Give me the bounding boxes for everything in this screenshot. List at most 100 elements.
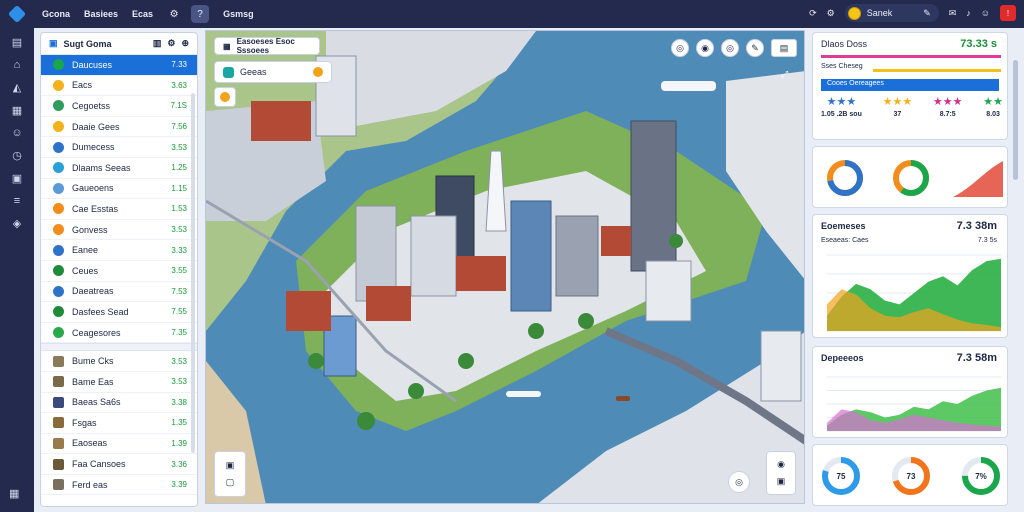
layer-selector[interactable]: Geeas (214, 61, 332, 83)
item-label: Bume Cks (72, 356, 114, 367)
edit-icon: ✎ (923, 7, 931, 18)
alert-button[interactable]: ! (1000, 5, 1016, 21)
list-item[interactable]: Daeatreas 7.53 (41, 282, 197, 303)
layer-label: Geeas (240, 67, 267, 77)
grid-icon[interactable]: ▦ (9, 487, 19, 500)
item-value: 1.53 (171, 204, 187, 214)
list-item[interactable]: Dlaams Seeas 1.25 (41, 158, 197, 179)
small-boat (506, 391, 541, 397)
rating-group: ★★★ 37 (883, 95, 913, 139)
list-item[interactable]: Bame Eas 3.53 (41, 372, 197, 393)
item-value: 1.15 (171, 183, 187, 193)
list-item[interactable]: Ceues 3.55 (41, 261, 197, 282)
map-control-2[interactable]: ◉ (696, 39, 714, 57)
list-item[interactable]: Gaueoens 1.15 (41, 179, 197, 200)
summary-title: Dlaos Doss (821, 39, 868, 49)
item-icon (53, 182, 64, 194)
highlight-bar[interactable]: Cooes Oereagees (821, 79, 999, 91)
map-scene (206, 31, 804, 503)
coin-balance[interactable]: Sanek ✎ (844, 4, 939, 22)
list-item[interactable]: Dumecess 3.53 (41, 137, 197, 158)
panel-scrollbar[interactable] (191, 93, 195, 453)
menu-item-1[interactable]: Gcona (42, 9, 70, 19)
list-item[interactable]: Gonvess 3.53 (41, 220, 197, 241)
map-control-5[interactable]: ▤ (771, 39, 797, 57)
list-item[interactable]: Bume Cks 3.53 (41, 351, 197, 372)
item-value: 3.53 (171, 377, 187, 387)
alert-icon: ! (1006, 8, 1010, 18)
item-icon (53, 121, 64, 133)
gear-icon[interactable]: ⚙ (827, 8, 835, 19)
item-value: 3.53 (171, 225, 187, 235)
settings-icon[interactable]: ⚙ (165, 5, 183, 23)
mail-icon[interactable]: ✉ (949, 8, 957, 19)
list-item[interactable]: Faa Cansoes 3.36 (41, 454, 197, 475)
storage-icon[interactable]: ▣ (12, 172, 22, 185)
skyscraper (630, 120, 677, 272)
map-control-1[interactable]: ◎ (671, 39, 689, 57)
user-icon[interactable]: ☺ (981, 8, 990, 18)
list-item[interactable]: Dasfees Sead 7.55 (41, 302, 197, 323)
chart-icon[interactable]: ▥ (153, 38, 162, 49)
area-chart-2 (827, 376, 1001, 432)
bell-icon[interactable]: ♪ (966, 8, 971, 18)
settings-small-icon[interactable]: ⚙ (167, 38, 175, 49)
list-item[interactable]: Eacs 3.63 (41, 76, 197, 97)
list-item[interactable]: Baeas Sa6s 3.38 (41, 393, 197, 414)
rating-group: ★★★ 8.7:5 (933, 95, 963, 139)
map-control-4[interactable]: ✎ (746, 39, 764, 57)
home-icon[interactable]: ⌂ (14, 59, 21, 71)
list-item[interactable]: Cae Esstas 1.53 (41, 199, 197, 220)
app-logo-icon[interactable] (0, 0, 34, 28)
list-item[interactable]: Ferd eas 3.39 (41, 475, 197, 496)
list-item[interactable]: Ceagesores 7.35 (41, 323, 197, 344)
chat-icon: ▣ (49, 38, 58, 48)
photo-icon[interactable]: ▣ (777, 476, 786, 487)
calendar-icon[interactable]: ▦ (12, 104, 22, 117)
item-icon (53, 285, 64, 297)
item-icon (53, 327, 64, 339)
menu-icon[interactable]: ≡ (14, 195, 20, 207)
list-item[interactable]: Eanee 3.33 (41, 240, 197, 261)
item-icon (53, 203, 64, 215)
layers-tool-icon[interactable]: ▢ (226, 477, 235, 488)
item-value: 3.55 (171, 266, 187, 276)
help-icon[interactable]: ? (191, 5, 210, 23)
left-rail: ▤ ⌂ ◭ ▦ ☺ ◷ ▣ ≡ ◈ ▦ (0, 28, 34, 512)
layers-icon[interactable]: ◭ (13, 81, 21, 94)
shield-icon[interactable]: ◈ (13, 217, 21, 230)
locate-icon[interactable]: ◉ (777, 459, 785, 470)
menu-item-2[interactable]: Basiees (84, 9, 118, 19)
list-item[interactable]: Daaie Gees 7.56 (41, 117, 197, 138)
city-map[interactable]: ▦ Easoeses Esoc Sssoees Geeas ◎ ◉ ◎ ✎ ▤ … (205, 30, 805, 504)
list-item[interactable]: Daucuses 7.33 (41, 55, 197, 76)
compass-button[interactable]: ◎ (728, 471, 750, 493)
list-item[interactable]: Eaoseas 1.39 (41, 434, 197, 455)
rating-label: 37 (893, 111, 902, 118)
right-scrollbar[interactable] (1013, 60, 1018, 180)
expand-icon[interactable]: ⤢ (781, 69, 788, 80)
list-item[interactable]: Cegoetss 7.1S (41, 96, 197, 117)
item-icon (53, 224, 64, 236)
clock-icon[interactable]: ◷ (12, 149, 22, 162)
refresh-icon[interactable]: ⟳ (809, 8, 817, 19)
dashboard-icon[interactable]: ▤ (12, 36, 22, 49)
item-label: Eacs (72, 80, 93, 91)
item-value: 3.53 (171, 142, 187, 152)
map-control-3[interactable]: ◎ (721, 39, 739, 57)
profile-icon[interactable]: ☺ (11, 127, 22, 139)
ferry-boat (661, 81, 716, 91)
item-label: Daaie Gees (72, 121, 120, 132)
filter-icon[interactable]: ⊕ (181, 38, 189, 49)
list-item[interactable]: Fsgas 1.35 (41, 413, 197, 434)
zoom-tool-icon[interactable]: ▣ (226, 460, 235, 471)
menu-item-3[interactable]: Ecas (132, 9, 153, 19)
divider (41, 343, 197, 352)
search-label[interactable]: Gsmsg (223, 9, 254, 19)
layer-list-panel: ▣ Sugt Goma ▥ ⚙ ⊕ Daucuses 7.33 Eacs 3.63 Ce… (40, 32, 198, 507)
tower-e (555, 215, 599, 297)
rings-svg: 75 73 7% (822, 457, 1000, 495)
item-value: 3.36 (171, 459, 187, 469)
sun-button[interactable] (214, 87, 236, 107)
item-value: 1.35 (171, 418, 187, 428)
